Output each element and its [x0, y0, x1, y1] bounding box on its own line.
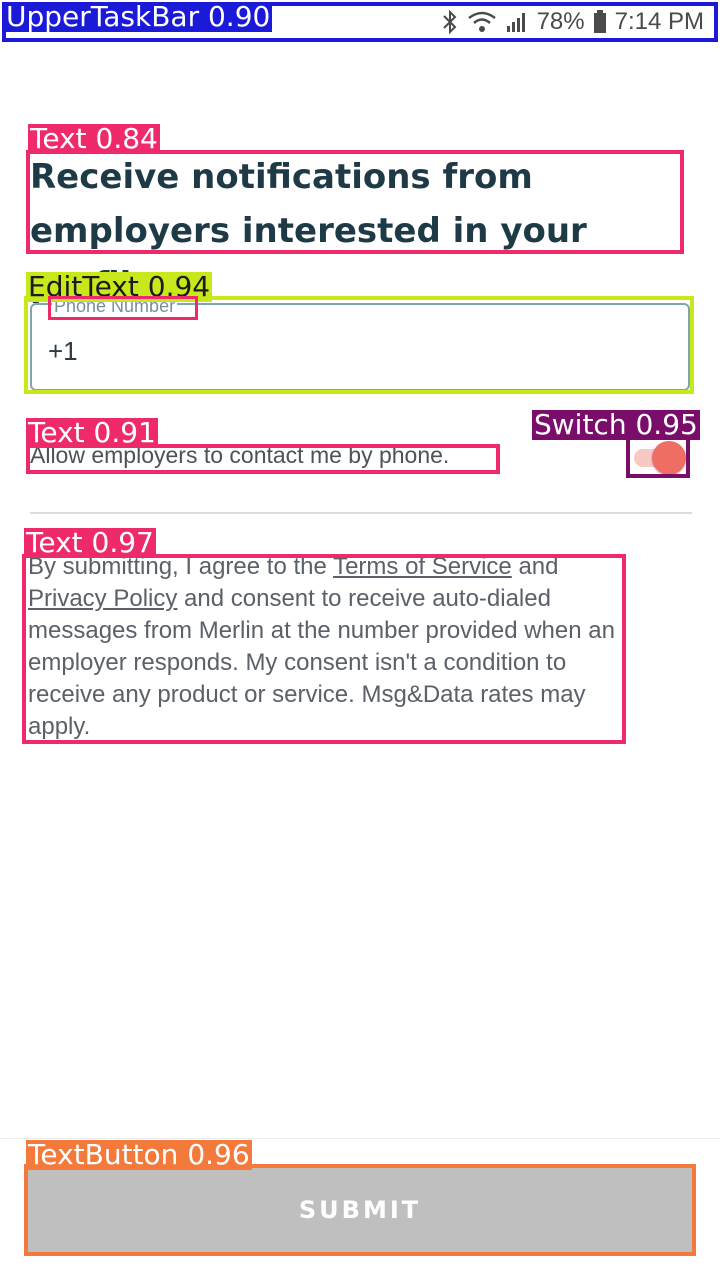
- annotation-label-submit: TextButton 0.96: [26, 1138, 252, 1171]
- status-right: 78% 7:14 PM: [441, 8, 704, 36]
- annotation-label-upper-task-bar: UpperTaskBar 0.90: [4, 0, 273, 33]
- battery-percent: 78%: [536, 8, 585, 35]
- clock: 7:14 PM: [614, 8, 704, 35]
- consent-and: and: [511, 553, 559, 580]
- annotation-label-phone-edit: EditText 0.94: [26, 270, 213, 303]
- switch-thumb: [652, 441, 686, 475]
- signal-icon: [505, 10, 529, 34]
- divider: [30, 512, 692, 514]
- annotation-label-legal-text: Text 0.97: [24, 526, 156, 559]
- annotation-label-heading: Text 0.84: [28, 122, 160, 155]
- annotation-label-switch: Switch 0.95: [532, 408, 700, 441]
- phone-number-value[interactable]: +1: [48, 336, 78, 367]
- privacy-policy-link[interactable]: Privacy Policy: [28, 585, 177, 612]
- bluetooth-icon: [441, 9, 459, 35]
- annotation-label-allow-text: Text 0.91: [26, 416, 158, 449]
- battery-icon: [593, 10, 607, 34]
- wifi-icon: [467, 10, 497, 34]
- consent-text: By submitting, I agree to the Terms of S…: [28, 551, 628, 743]
- terms-of-service-link[interactable]: Terms of Service: [333, 553, 512, 580]
- submit-button[interactable]: SUBMIT: [28, 1168, 692, 1252]
- allow-contact-switch[interactable]: [630, 440, 686, 475]
